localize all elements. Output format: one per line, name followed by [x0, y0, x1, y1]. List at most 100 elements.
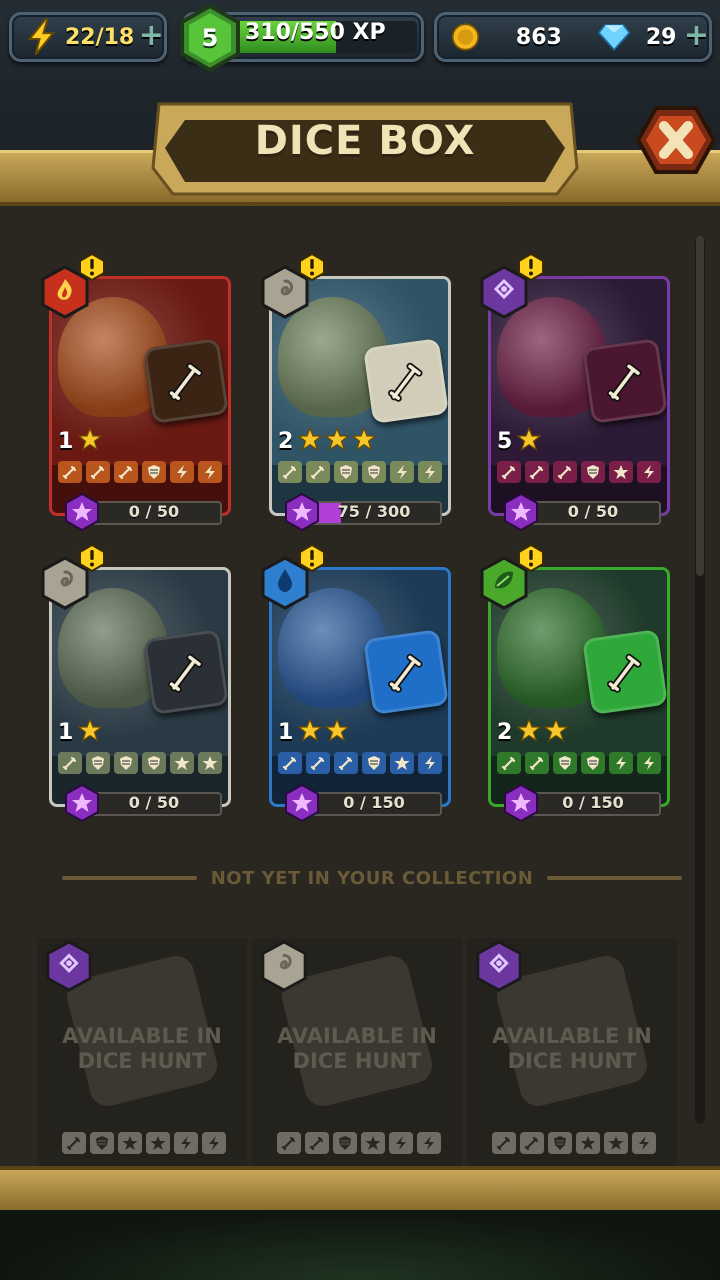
energy-counter[interactable]: 22/18 +	[9, 12, 167, 62]
shield-icon	[142, 752, 166, 774]
shield-icon	[333, 1132, 357, 1154]
dice-card[interactable]: 2 75 / 300	[261, 252, 451, 532]
add-gems-icon[interactable]: +	[684, 21, 709, 51]
bolt-icon	[389, 1132, 413, 1154]
dice-faces	[58, 461, 222, 483]
star-icon	[118, 1132, 142, 1154]
progress-label: 0 / 150	[562, 793, 624, 812]
sword-icon	[607, 362, 642, 402]
progress-label: 75 / 300	[337, 502, 411, 521]
dice-shard-icon	[503, 492, 539, 532]
alert-icon	[517, 252, 545, 282]
sword-icon	[334, 752, 358, 774]
upgrade-progress: 0 / 50	[504, 492, 663, 532]
collection-divider: NOT YET IN YOUR COLLECTION	[62, 864, 682, 892]
shield-icon	[114, 752, 138, 774]
dice-card[interactable]: 2 0 / 150	[480, 543, 670, 823]
sword-icon	[86, 461, 110, 483]
sword-icon	[168, 362, 203, 402]
shield-icon	[90, 1132, 114, 1154]
dice-shard-icon	[284, 492, 320, 532]
scrollbar[interactable]	[695, 236, 705, 1124]
star-icon	[390, 752, 414, 774]
sword-icon	[306, 461, 330, 483]
shield-icon	[362, 461, 386, 483]
dice-level: 5	[497, 428, 513, 454]
player-level: 5	[201, 24, 219, 52]
upgrade-progress: 0 / 150	[285, 783, 444, 823]
dice-cube	[363, 338, 448, 424]
xp-bar-container: 310/550 XP 5	[180, 3, 424, 73]
sword-icon	[277, 1132, 301, 1154]
star-rating: 2	[497, 717, 570, 746]
star-icon	[604, 1132, 628, 1154]
player-level-badge[interactable]: 5	[177, 3, 243, 73]
add-energy-icon[interactable]: +	[139, 21, 164, 51]
bolt-icon	[170, 461, 194, 483]
shield-icon	[142, 461, 166, 483]
dice-cube	[582, 338, 667, 424]
sword-icon	[278, 461, 302, 483]
dice-shard-icon	[64, 783, 100, 823]
star-rating: 5	[497, 426, 543, 455]
sword-icon	[497, 461, 521, 483]
sword-icon	[607, 653, 642, 693]
sword-icon	[388, 362, 423, 402]
dice-faces	[58, 752, 222, 774]
bolt-icon	[609, 752, 633, 774]
page-title: DICE BOX	[254, 118, 476, 164]
sword-icon	[58, 752, 82, 774]
locked-dice-card[interactable]: AVAILABLE IN DICE HUNT	[37, 938, 247, 1168]
lightning-icon	[27, 18, 56, 56]
title-banner: DICE BOX	[145, 98, 585, 198]
gem-value: 29	[645, 24, 677, 50]
dice-card[interactable]: 5 0 / 50	[480, 252, 670, 532]
star-icon	[77, 426, 104, 455]
background-bottom	[0, 1210, 720, 1280]
progress-label: 0 / 50	[567, 502, 619, 521]
bolt-icon	[390, 461, 414, 483]
upgrade-progress: 0 / 50	[65, 783, 224, 823]
sword-icon	[168, 653, 203, 693]
shield-icon	[86, 752, 110, 774]
alert-icon	[517, 543, 545, 573]
currency-counter[interactable]: 863 29 +	[434, 12, 712, 62]
sword-icon	[58, 461, 82, 483]
scrollbar-thumb[interactable]	[696, 236, 704, 576]
dice-faces	[277, 1132, 441, 1154]
shield-icon	[581, 461, 605, 483]
bottom-frame	[0, 1166, 720, 1214]
dice-level: 2	[278, 428, 294, 454]
dice-card[interactable]: 1 0 / 50	[41, 252, 231, 532]
alert-icon	[298, 252, 326, 282]
progress-label: 0 / 50	[128, 793, 180, 812]
upgrade-progress: 0 / 150	[504, 783, 663, 823]
dice-card[interactable]: 1 0 / 150	[261, 543, 451, 823]
sword-icon	[114, 461, 138, 483]
divider-line-right	[547, 876, 682, 880]
availability-text: AVAILABLE IN DICE HUNT	[467, 1024, 677, 1074]
sword-icon	[520, 1132, 544, 1154]
star-icon	[516, 717, 543, 746]
progress-label: 0 / 150	[343, 793, 405, 812]
availability-line-2: DICE HUNT	[507, 1049, 637, 1073]
locked-dice-card[interactable]: AVAILABLE IN DICE HUNT	[252, 938, 462, 1168]
shield-icon	[548, 1132, 572, 1154]
dice-cube	[143, 629, 228, 715]
progress-label: 0 / 50	[128, 502, 180, 521]
locked-dice-card[interactable]: AVAILABLE IN DICE HUNT	[467, 938, 677, 1168]
close-button[interactable]	[635, 104, 717, 176]
shield-icon	[581, 752, 605, 774]
sword-icon	[492, 1132, 516, 1154]
dark-element-icon	[45, 940, 93, 992]
dice-faces	[278, 461, 442, 483]
dice-card[interactable]: 1 0 / 50	[41, 543, 231, 823]
diamond-icon	[597, 24, 630, 52]
shield-icon	[362, 752, 386, 774]
sword-icon	[525, 461, 549, 483]
availability-text: AVAILABLE IN DICE HUNT	[252, 1024, 462, 1074]
star-icon	[170, 752, 194, 774]
sword-icon	[305, 1132, 329, 1154]
availability-text: AVAILABLE IN DICE HUNT	[37, 1024, 247, 1074]
availability-line-2: DICE HUNT	[292, 1049, 422, 1073]
